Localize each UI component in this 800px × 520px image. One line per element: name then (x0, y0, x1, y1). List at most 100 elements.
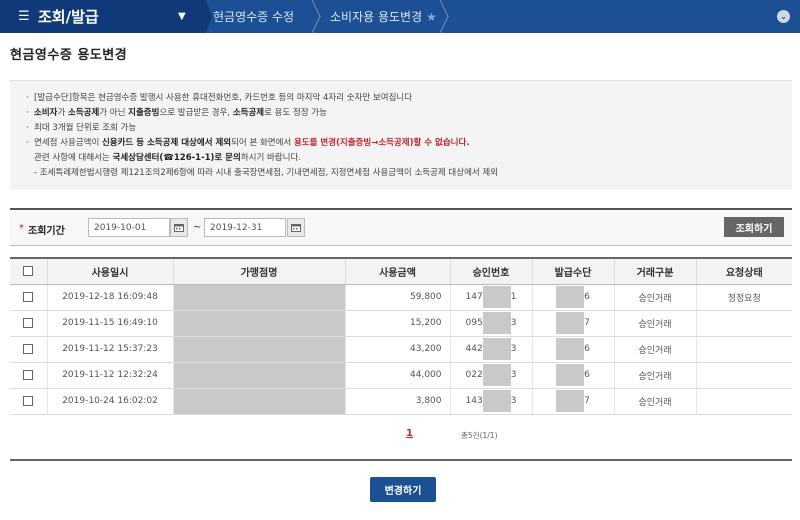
info-line: · [발급수단]항목은 현금영수증 발행시 사용한 휴대전화번호, 카드번호 등의… (26, 93, 413, 103)
approval-cell: 022 3 (449, 362, 532, 389)
info-line: 관련 사항에 대해서는 국세상담센터(☎126-1-1)로 문의하시기 바랍니다… (34, 153, 301, 163)
start-date-input[interactable] (88, 218, 170, 237)
search-bar: * 조회기간 ~ 조회하기 (10, 208, 792, 246)
calendar-icon[interactable] (170, 218, 188, 237)
info-box: · [발급수단]항목은 현금영수증 발행시 사용한 휴대전화번호, 카드번호 등의… (10, 80, 792, 190)
info-line: - 조세특례제한법시행령 제121조의2제6항에 따라 시내 출국장면세점, 기… (34, 168, 499, 178)
type-cell: 승인거래 (613, 284, 696, 311)
divider (10, 459, 792, 461)
type-cell: 승인거래 (613, 388, 696, 415)
breadcrumb-item-receipt-edit[interactable]: 현금영수증 수정 (213, 0, 294, 33)
merchant-cell-masked (172, 284, 345, 311)
table-row: 2019-12-18 16:09:48 59,800 147 1 6 승인거래 정… (10, 284, 792, 311)
end-date-input[interactable] (204, 218, 286, 237)
masked-area (482, 364, 511, 386)
amount-cell: 44,000 (344, 362, 450, 389)
page-number-link[interactable]: 1 (406, 428, 413, 439)
type-cell: 승인거래 (613, 310, 696, 337)
receipt-table: 사용일시 가맹점명 사용금액 승인번호 발급수단 거래구분 요청상태 2019-… (10, 257, 792, 415)
col-header: 거래구분 (613, 257, 696, 285)
amount-cell: 15,200 (344, 310, 450, 337)
merchant-cell-masked (172, 388, 345, 415)
masked-area (556, 390, 585, 412)
status-cell (695, 388, 792, 415)
status-cell (695, 362, 792, 389)
total-count: 총5건(1/1) (461, 431, 498, 440)
period-label: 조회기간 (28, 226, 65, 237)
table-row: 2019-11-12 15:37:23 43,200 442 3 6 승인거래 (10, 336, 792, 363)
status-cell (695, 310, 792, 337)
status-cell (695, 336, 792, 363)
change-button[interactable]: 변경하기 (370, 477, 436, 502)
col-header: 가맹점명 (172, 257, 345, 285)
menu-dropdown[interactable]: ☰ 조회/발급 ▼ (0, 0, 200, 33)
caret-down-icon: ▼ (178, 11, 186, 22)
approval-cell: 442 3 (449, 336, 532, 363)
merchant-cell-masked (172, 336, 345, 363)
col-header: 사용금액 (344, 257, 450, 285)
required-mark: * (19, 223, 24, 234)
row-checkbox[interactable] (23, 317, 34, 328)
top-nav: ☰ 조회/발급 ▼ 현금영수증 수정 소비자용 용도변경 ★ ⌄ (0, 0, 800, 33)
select-all-checkbox[interactable] (23, 265, 34, 276)
hamburger-icon: ☰ (18, 9, 30, 24)
info-line: · 소비자가 소득공제가 아닌 지출증빙으로 발급받은 경우, 소득공제로 용도 … (26, 108, 327, 118)
chevron-separator-icon (440, 0, 452, 33)
col-header: 요청상태 (695, 257, 792, 285)
star-icon[interactable]: ★ (426, 10, 437, 24)
type-cell: 승인거래 (613, 336, 696, 363)
approval-cell: 143 3 (449, 388, 532, 415)
row-checkbox[interactable] (23, 395, 34, 406)
table-header-row: 사용일시 가맹점명 사용금액 승인번호 발급수단 거래구분 요청상태 (10, 257, 792, 285)
merchant-cell-masked (172, 362, 345, 389)
approval-cell: 147 1 (449, 284, 532, 311)
info-line: · 면세점 사용금액이 신용카드 등 소득공제 대상에서 제외되어 본 화면에서 … (26, 138, 470, 148)
chevron-separator-icon (312, 0, 324, 33)
masked-area (556, 312, 585, 334)
datetime-cell: 2019-11-12 12:32:24 (46, 362, 173, 389)
means-cell: 7 (531, 310, 614, 337)
masked-area (482, 390, 511, 412)
merchant-cell-masked (172, 310, 345, 337)
col-header: 발급수단 (531, 257, 614, 285)
collapse-icon[interactable]: ⌄ (777, 10, 790, 23)
masked-area (556, 364, 585, 386)
masked-area (482, 338, 511, 360)
masked-area (482, 312, 511, 334)
pagination: 1 총5건(1/1) (0, 428, 800, 442)
col-header: 사용일시 (46, 257, 173, 285)
datetime-cell: 2019-10-24 16:02:02 (46, 388, 173, 415)
query-button[interactable]: 조회하기 (724, 217, 784, 237)
info-line: · 최대 3개월 단위로 조회 가능 (26, 123, 137, 133)
row-checkbox[interactable] (23, 291, 34, 302)
page-title: 현금영수증 용도변경 (10, 48, 128, 63)
menu-title: 조회/발급 (38, 8, 99, 26)
masked-area (556, 338, 585, 360)
row-checkbox[interactable] (23, 343, 34, 354)
status-cell: 정정요청 (695, 284, 792, 311)
means-cell: 7 (531, 388, 614, 415)
select-all-cell (10, 257, 47, 285)
date-separator: ~ (193, 222, 202, 233)
approval-cell: 095 3 (449, 310, 532, 337)
amount-cell: 43,200 (344, 336, 450, 363)
chevron-separator-icon (200, 0, 212, 33)
table-row: 2019-11-12 12:32:24 44,000 022 3 6 승인거래 (10, 362, 792, 389)
masked-area (556, 286, 585, 308)
datetime-cell: 2019-11-12 15:37:23 (46, 336, 173, 363)
row-checkbox[interactable] (23, 369, 34, 380)
amount-cell: 59,800 (344, 284, 450, 311)
datetime-cell: 2019-12-18 16:09:48 (46, 284, 173, 311)
means-cell: 6 (531, 336, 614, 363)
masked-area (482, 286, 511, 308)
col-header: 승인번호 (449, 257, 532, 285)
datetime-cell: 2019-11-15 16:49:10 (46, 310, 173, 337)
means-cell: 6 (531, 362, 614, 389)
table-row: 2019-10-24 16:02:02 3,800 143 3 7 승인거래 (10, 388, 792, 415)
calendar-icon[interactable] (287, 218, 305, 237)
table-row: 2019-11-15 16:49:10 15,200 095 3 7 승인거래 (10, 310, 792, 337)
means-cell: 6 (531, 284, 614, 311)
amount-cell: 3,800 (344, 388, 450, 415)
type-cell: 승인거래 (613, 362, 696, 389)
breadcrumb-item-consumer-change[interactable]: 소비자용 용도변경 ★ (330, 0, 437, 33)
